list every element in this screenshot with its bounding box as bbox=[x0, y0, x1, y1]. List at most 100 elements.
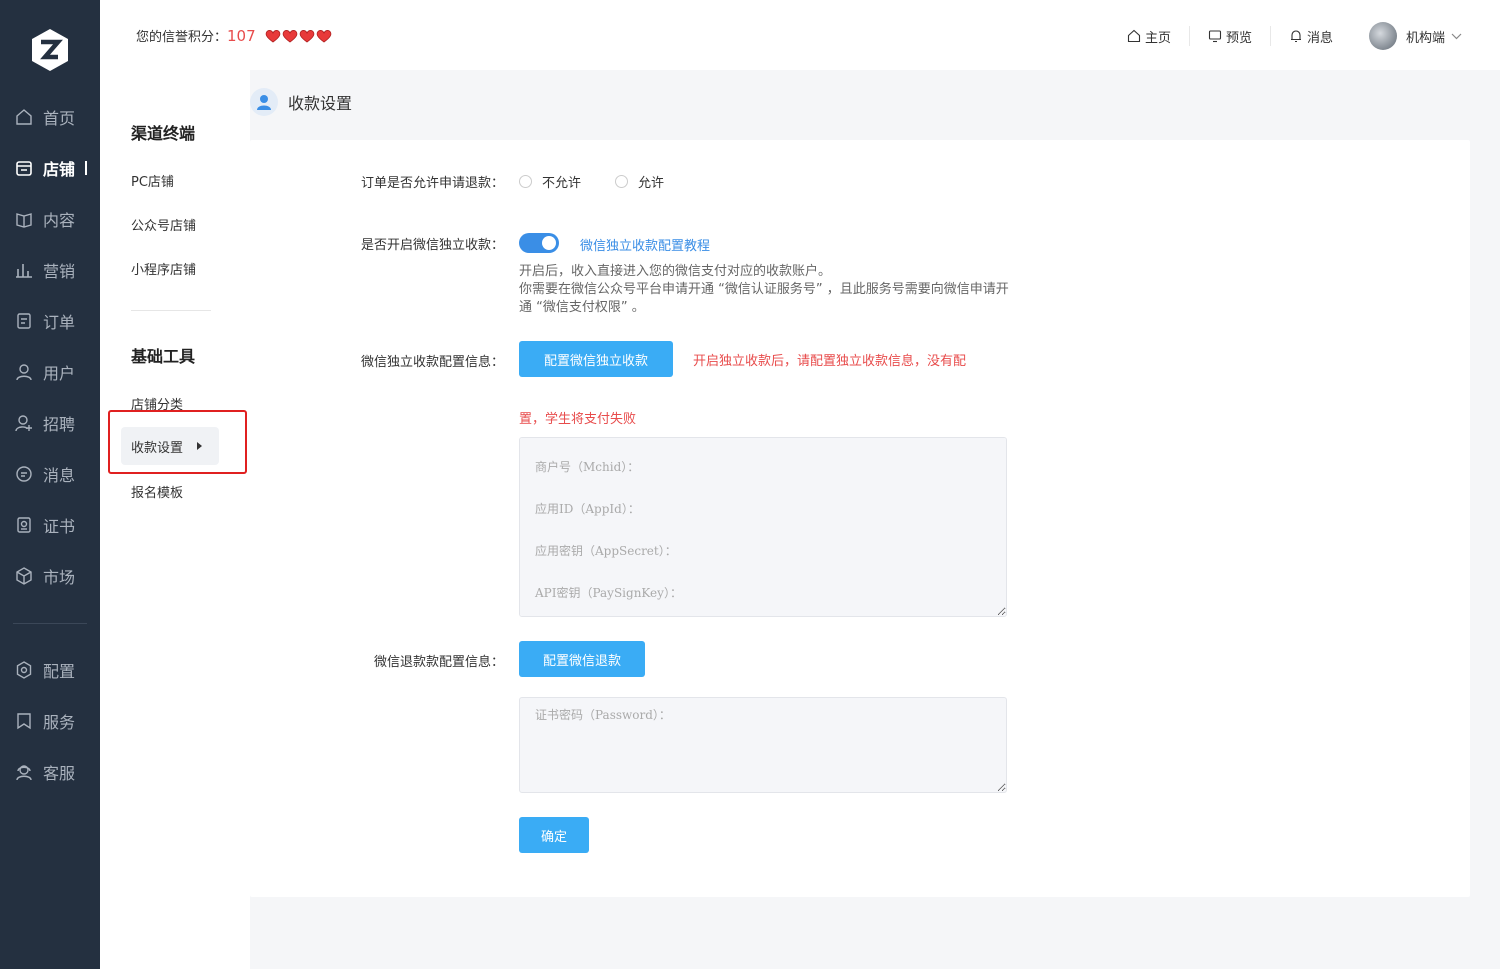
nav-label: 营销 bbox=[43, 262, 76, 281]
monitor-icon bbox=[1208, 30, 1222, 43]
home-icon bbox=[1127, 29, 1140, 43]
heart-icon bbox=[282, 30, 298, 43]
user-name: 机构端 bbox=[1405, 30, 1445, 46]
section-title-channels: 渠道终端 bbox=[131, 124, 196, 143]
certificate-icon bbox=[17, 517, 31, 533]
nav-label: 首页 bbox=[43, 109, 76, 128]
refund-option-allow[interactable]: 允许 bbox=[615, 172, 664, 191]
page-title: 收款设置 bbox=[288, 94, 353, 113]
user-menu[interactable]: 机构端 bbox=[1351, 22, 1462, 50]
nav-label: 消息 bbox=[43, 466, 76, 485]
header-link-label: 预览 bbox=[1225, 30, 1252, 46]
nav-item-messages[interactable]: 消息 bbox=[0, 456, 100, 492]
order-icon bbox=[17, 313, 31, 329]
heart-icon bbox=[299, 30, 315, 43]
toggle-knob bbox=[542, 236, 556, 250]
sub-item-store-category[interactable]: 店铺分类 bbox=[131, 394, 183, 413]
chart-icon bbox=[16, 264, 32, 278]
nav-item-service[interactable]: 服务 bbox=[0, 703, 100, 739]
nav-item-store[interactable]: 店铺 bbox=[0, 150, 100, 186]
top-header: 您的信誉积分：107 主页 预览 消息 机构端 bbox=[100, 0, 1500, 70]
nav-item-recruit[interactable]: 招聘 bbox=[0, 405, 100, 441]
recruit-icon bbox=[15, 415, 32, 432]
config-wx-button[interactable]: 配置微信独立收款 bbox=[519, 341, 673, 377]
credit-label: 您的信誉积分： bbox=[136, 30, 228, 45]
header-home-link[interactable]: 主页 bbox=[1109, 26, 1190, 46]
active-indicator bbox=[85, 161, 88, 175]
credit-hearts bbox=[265, 29, 332, 43]
hint-line: 你需要在微信公众号平台申请开通 “微信认证服务号” ，且此服务号需要向微信申请开… bbox=[519, 282, 1009, 315]
config-refund-button[interactable]: 配置微信退款 bbox=[519, 641, 645, 677]
nav-divider bbox=[13, 623, 87, 624]
nav-label: 市场 bbox=[43, 568, 76, 587]
refund-option-deny[interactable]: 不允许 bbox=[519, 172, 581, 191]
store-icon bbox=[16, 161, 32, 176]
nav-label: 订单 bbox=[43, 313, 76, 332]
message-icon bbox=[16, 466, 32, 482]
nav-item-marketing[interactable]: 营销 bbox=[0, 252, 100, 288]
radio-circle bbox=[615, 175, 628, 188]
settings-icon bbox=[16, 661, 32, 679]
header-preview-link[interactable]: 预览 bbox=[1190, 26, 1271, 46]
user-icon bbox=[250, 88, 278, 116]
home-icon bbox=[16, 109, 32, 125]
hint-line: 开启后，收入直接进入您的微信支付对应的收款账户。 bbox=[519, 264, 832, 279]
page-heading: 收款设置 bbox=[250, 88, 352, 116]
wx-independent-hint: 开启后，收入直接进入您的微信支付对应的收款账户。 你需要在微信公众号平台申请开通… bbox=[519, 263, 1009, 317]
config-info-textarea[interactable] bbox=[519, 437, 1007, 617]
sub-item-label: 收款设置 bbox=[131, 440, 184, 456]
nav-item-certificates[interactable]: 证书 bbox=[0, 507, 100, 543]
avatar bbox=[1368, 22, 1397, 50]
secondary-sidebar: 渠道终端 PC店铺 公众号店铺 小程序店铺 基础工具 店铺分类 收款设置 报名模… bbox=[100, 70, 250, 969]
wx-independent-toggle[interactable] bbox=[519, 233, 559, 253]
nav-label: 证书 bbox=[43, 517, 76, 536]
sub-item-pc-store[interactable]: PC店铺 bbox=[131, 171, 174, 190]
logo-icon[interactable] bbox=[30, 28, 70, 72]
nav-label: 服务 bbox=[43, 713, 76, 732]
section-title-tools: 基础工具 bbox=[131, 347, 196, 366]
sub-item-payment-settings[interactable]: 收款设置 bbox=[121, 427, 219, 465]
sidebar-divider bbox=[131, 310, 211, 311]
header-links: 主页 预览 消息 机构端 bbox=[1109, 22, 1462, 50]
heart-icon bbox=[316, 30, 332, 43]
tutorial-link[interactable]: 微信独立收款配置教程 bbox=[580, 235, 710, 254]
main-nav: 首页 店铺 内容 营销 订单 用户 招聘 消息 证书 市场 配置 服务 客服 bbox=[0, 0, 100, 969]
settings-form: 订单是否允许申请退款： 不允许 允许 是否开启微信独立收款： 微信独立收款配置教… bbox=[250, 140, 1470, 897]
nav-item-content[interactable]: 内容 bbox=[0, 201, 100, 237]
password-textarea[interactable] bbox=[519, 697, 1007, 793]
caret-right-icon bbox=[197, 442, 203, 450]
nav-item-settings[interactable]: 配置 bbox=[0, 652, 100, 688]
nav-label: 店铺 bbox=[43, 160, 76, 179]
support-icon bbox=[16, 765, 32, 781]
config-label: 微信独立收款配置信息： bbox=[360, 355, 504, 370]
credit-score: 您的信誉积分：107 bbox=[136, 26, 256, 45]
nav-item-market[interactable]: 市场 bbox=[0, 558, 100, 594]
nav-label: 招聘 bbox=[43, 415, 76, 434]
nav-item-users[interactable]: 用户 bbox=[0, 354, 100, 390]
radio-label: 不允许 bbox=[542, 176, 582, 191]
nav-label: 用户 bbox=[43, 364, 76, 383]
sub-item-miniprogram-store[interactable]: 小程序店铺 bbox=[131, 259, 196, 278]
nav-label: 客服 bbox=[43, 764, 76, 783]
header-messages-link[interactable]: 消息 bbox=[1271, 26, 1351, 46]
bell-icon bbox=[1290, 30, 1301, 43]
book-icon bbox=[16, 213, 32, 228]
config-warning: 开启独立收款后，请配置独立收款信息，没有配 bbox=[693, 354, 967, 369]
sub-item-signup-template[interactable]: 报名模板 bbox=[131, 482, 183, 501]
header-link-label: 主页 bbox=[1144, 30, 1171, 46]
market-icon bbox=[16, 567, 32, 585]
submit-button[interactable]: 确定 bbox=[519, 817, 589, 853]
refund-label: 订单是否允许申请退款： bbox=[360, 176, 504, 191]
heart-icon bbox=[265, 30, 281, 43]
nav-label: 配置 bbox=[43, 662, 76, 681]
user-icon bbox=[16, 364, 32, 381]
radio-label: 允许 bbox=[638, 176, 665, 191]
sub-item-wechat-store[interactable]: 公众号店铺 bbox=[131, 215, 196, 234]
header-link-label: 消息 bbox=[1306, 30, 1333, 46]
radio-circle bbox=[519, 175, 532, 188]
nav-item-home[interactable]: 首页 bbox=[0, 99, 100, 135]
nav-item-orders[interactable]: 订单 bbox=[0, 303, 100, 339]
nav-label: 内容 bbox=[43, 211, 76, 230]
wx-independent-label: 是否开启微信独立收款： bbox=[360, 238, 504, 253]
nav-item-support[interactable]: 客服 bbox=[0, 754, 100, 790]
